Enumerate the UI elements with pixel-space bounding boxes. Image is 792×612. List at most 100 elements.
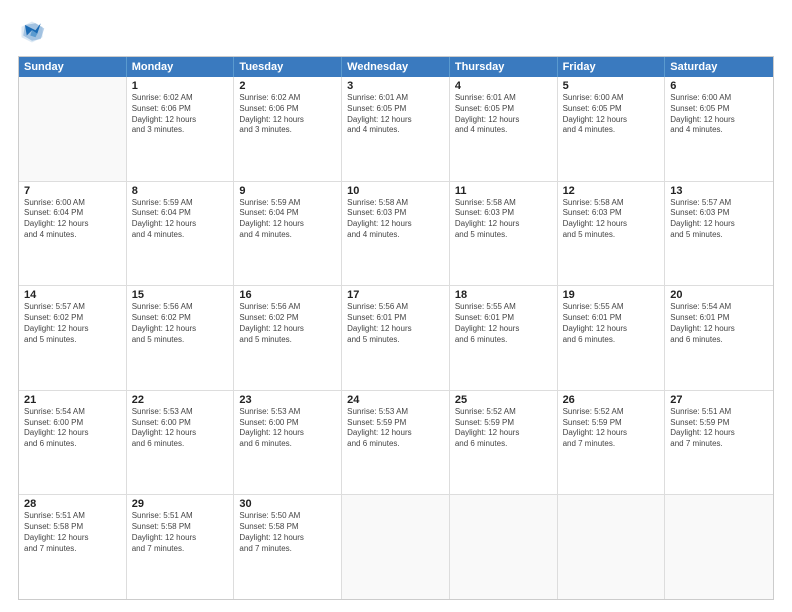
day-number: 7 — [24, 185, 121, 197]
day-number: 9 — [239, 185, 336, 197]
logo — [18, 18, 50, 46]
day-info: Sunrise: 5:55 AM Sunset: 6:01 PM Dayligh… — [455, 302, 552, 345]
day-info: Sunrise: 6:00 AM Sunset: 6:05 PM Dayligh… — [670, 93, 768, 136]
cal-cell-0-2: 2Sunrise: 6:02 AM Sunset: 6:06 PM Daylig… — [234, 77, 342, 181]
day-number: 12 — [563, 185, 660, 197]
cal-row-4: 28Sunrise: 5:51 AM Sunset: 5:58 PM Dayli… — [19, 495, 773, 599]
cal-cell-4-5 — [558, 495, 666, 599]
day-number: 25 — [455, 394, 552, 406]
cal-cell-2-5: 19Sunrise: 5:55 AM Sunset: 6:01 PM Dayli… — [558, 286, 666, 390]
cal-cell-1-1: 8Sunrise: 5:59 AM Sunset: 6:04 PM Daylig… — [127, 182, 235, 286]
calendar-header: SundayMondayTuesdayWednesdayThursdayFrid… — [19, 57, 773, 77]
header-day-tuesday: Tuesday — [234, 57, 342, 77]
day-number: 29 — [132, 498, 229, 510]
day-info: Sunrise: 5:57 AM Sunset: 6:02 PM Dayligh… — [24, 302, 121, 345]
day-number: 10 — [347, 185, 444, 197]
day-info: Sunrise: 6:01 AM Sunset: 6:05 PM Dayligh… — [347, 93, 444, 136]
day-number: 13 — [670, 185, 768, 197]
cal-row-0: 1 Sunrise: 6:02 AM Sunset: 6:06 PM Daylig… — [19, 77, 773, 182]
cal-cell-3-4: 25Sunrise: 5:52 AM Sunset: 5:59 PM Dayli… — [450, 391, 558, 495]
day-number: 21 — [24, 394, 121, 406]
day-number: 28 — [24, 498, 121, 510]
cal-cell-0-6: 6Sunrise: 6:00 AM Sunset: 6:05 PM Daylig… — [665, 77, 773, 181]
day-number: 5 — [563, 80, 660, 92]
day-info: Sunrise: 5:55 AM Sunset: 6:01 PM Dayligh… — [563, 302, 660, 345]
header-day-wednesday: Wednesday — [342, 57, 450, 77]
day-number: 2 — [239, 80, 336, 92]
day-info: Sunrise: 5:57 AM Sunset: 6:03 PM Dayligh… — [670, 198, 768, 241]
day-info: Sunrise: 5:51 AM Sunset: 5:58 PM Dayligh… — [132, 511, 229, 554]
day-number: 20 — [670, 289, 768, 301]
day-number: 23 — [239, 394, 336, 406]
cal-cell-4-1: 29Sunrise: 5:51 AM Sunset: 5:58 PM Dayli… — [127, 495, 235, 599]
cal-cell-3-2: 23Sunrise: 5:53 AM Sunset: 6:00 PM Dayli… — [234, 391, 342, 495]
header-day-friday: Friday — [558, 57, 666, 77]
cal-cell-3-3: 24Sunrise: 5:53 AM Sunset: 5:59 PM Dayli… — [342, 391, 450, 495]
day-number: 24 — [347, 394, 444, 406]
cal-cell-0-4: 4Sunrise: 6:01 AM Sunset: 6:05 PM Daylig… — [450, 77, 558, 181]
day-info: Sunrise: 5:56 AM Sunset: 6:02 PM Dayligh… — [239, 302, 336, 345]
day-info: Sunrise: 5:54 AM Sunset: 6:01 PM Dayligh… — [670, 302, 768, 345]
cal-cell-0-1: 1Sunrise: 6:02 AM Sunset: 6:06 PM Daylig… — [127, 77, 235, 181]
cal-cell-4-6 — [665, 495, 773, 599]
day-number: 30 — [239, 498, 336, 510]
day-info: Sunrise: 5:53 AM Sunset: 6:00 PM Dayligh… — [239, 407, 336, 450]
day-info: Sunrise: 5:52 AM Sunset: 5:59 PM Dayligh… — [563, 407, 660, 450]
cal-cell-2-3: 17Sunrise: 5:56 AM Sunset: 6:01 PM Dayli… — [342, 286, 450, 390]
calendar-body: 1 Sunrise: 6:02 AM Sunset: 6:06 PM Daylig… — [19, 77, 773, 599]
day-info: Sunrise: 5:53 AM Sunset: 6:00 PM Dayligh… — [132, 407, 229, 450]
day-number: 3 — [347, 80, 444, 92]
day-info: Sunrise: 5:54 AM Sunset: 6:00 PM Dayligh… — [24, 407, 121, 450]
cal-cell-3-5: 26Sunrise: 5:52 AM Sunset: 5:59 PM Dayli… — [558, 391, 666, 495]
day-number: 6 — [670, 80, 768, 92]
day-info: Sunrise: 6:00 AM Sunset: 6:04 PM Dayligh… — [24, 198, 121, 241]
day-info: Sunrise: 5:56 AM Sunset: 6:01 PM Dayligh… — [347, 302, 444, 345]
day-info: Sunrise: 5:51 AM Sunset: 5:58 PM Dayligh… — [24, 511, 121, 554]
day-number: 26 — [563, 394, 660, 406]
cal-cell-2-4: 18Sunrise: 5:55 AM Sunset: 6:01 PM Dayli… — [450, 286, 558, 390]
day-number: 1 — [132, 80, 229, 92]
cal-cell-1-0: 7Sunrise: 6:00 AM Sunset: 6:04 PM Daylig… — [19, 182, 127, 286]
page: SundayMondayTuesdayWednesdayThursdayFrid… — [0, 0, 792, 612]
day-number: 18 — [455, 289, 552, 301]
day-info: Sunrise: 5:58 AM Sunset: 6:03 PM Dayligh… — [347, 198, 444, 241]
day-info: Sunrise: 5:59 AM Sunset: 6:04 PM Dayligh… — [239, 198, 336, 241]
cal-cell-1-6: 13Sunrise: 5:57 AM Sunset: 6:03 PM Dayli… — [665, 182, 773, 286]
cal-row-3: 21Sunrise: 5:54 AM Sunset: 6:00 PM Dayli… — [19, 391, 773, 496]
cal-row-1: 7Sunrise: 6:00 AM Sunset: 6:04 PM Daylig… — [19, 182, 773, 287]
day-info: Sunrise: 5:50 AM Sunset: 5:58 PM Dayligh… — [239, 511, 336, 554]
cal-cell-2-1: 15Sunrise: 5:56 AM Sunset: 6:02 PM Dayli… — [127, 286, 235, 390]
cal-cell-1-2: 9Sunrise: 5:59 AM Sunset: 6:04 PM Daylig… — [234, 182, 342, 286]
cal-cell-4-3 — [342, 495, 450, 599]
day-info: Sunrise: 5:51 AM Sunset: 5:59 PM Dayligh… — [670, 407, 768, 450]
header-day-monday: Monday — [127, 57, 235, 77]
header-day-thursday: Thursday — [450, 57, 558, 77]
cal-cell-3-0: 21Sunrise: 5:54 AM Sunset: 6:00 PM Dayli… — [19, 391, 127, 495]
day-number: 8 — [132, 185, 229, 197]
cal-cell-4-4 — [450, 495, 558, 599]
cal-cell-1-4: 11Sunrise: 5:58 AM Sunset: 6:03 PM Dayli… — [450, 182, 558, 286]
cal-cell-0-5: 5Sunrise: 6:00 AM Sunset: 6:05 PM Daylig… — [558, 77, 666, 181]
cal-cell-2-6: 20Sunrise: 5:54 AM Sunset: 6:01 PM Dayli… — [665, 286, 773, 390]
day-info: Sunrise: 6:01 AM Sunset: 6:05 PM Dayligh… — [455, 93, 552, 136]
day-info: Sunrise: 5:52 AM Sunset: 5:59 PM Dayligh… — [455, 407, 552, 450]
day-number: 27 — [670, 394, 768, 406]
header — [18, 18, 774, 46]
logo-icon — [18, 18, 46, 46]
day-number: 11 — [455, 185, 552, 197]
day-number: 16 — [239, 289, 336, 301]
day-number: 4 — [455, 80, 552, 92]
cal-cell-0-3: 3Sunrise: 6:01 AM Sunset: 6:05 PM Daylig… — [342, 77, 450, 181]
day-number: 14 — [24, 289, 121, 301]
cal-cell-1-5: 12Sunrise: 5:58 AM Sunset: 6:03 PM Dayli… — [558, 182, 666, 286]
cal-cell-3-6: 27Sunrise: 5:51 AM Sunset: 5:59 PM Dayli… — [665, 391, 773, 495]
calendar: SundayMondayTuesdayWednesdayThursdayFrid… — [18, 56, 774, 600]
day-info: Sunrise: 6:00 AM Sunset: 6:05 PM Dayligh… — [563, 93, 660, 136]
day-info: Sunrise: 5:59 AM Sunset: 6:04 PM Dayligh… — [132, 198, 229, 241]
cal-cell-3-1: 22Sunrise: 5:53 AM Sunset: 6:00 PM Dayli… — [127, 391, 235, 495]
day-info: Sunrise: 5:53 AM Sunset: 5:59 PM Dayligh… — [347, 407, 444, 450]
day-number: 15 — [132, 289, 229, 301]
cal-cell-0-0 — [19, 77, 127, 181]
header-day-sunday: Sunday — [19, 57, 127, 77]
day-info: Sunrise: 6:02 AM Sunset: 6:06 PM Dayligh… — [239, 93, 336, 136]
